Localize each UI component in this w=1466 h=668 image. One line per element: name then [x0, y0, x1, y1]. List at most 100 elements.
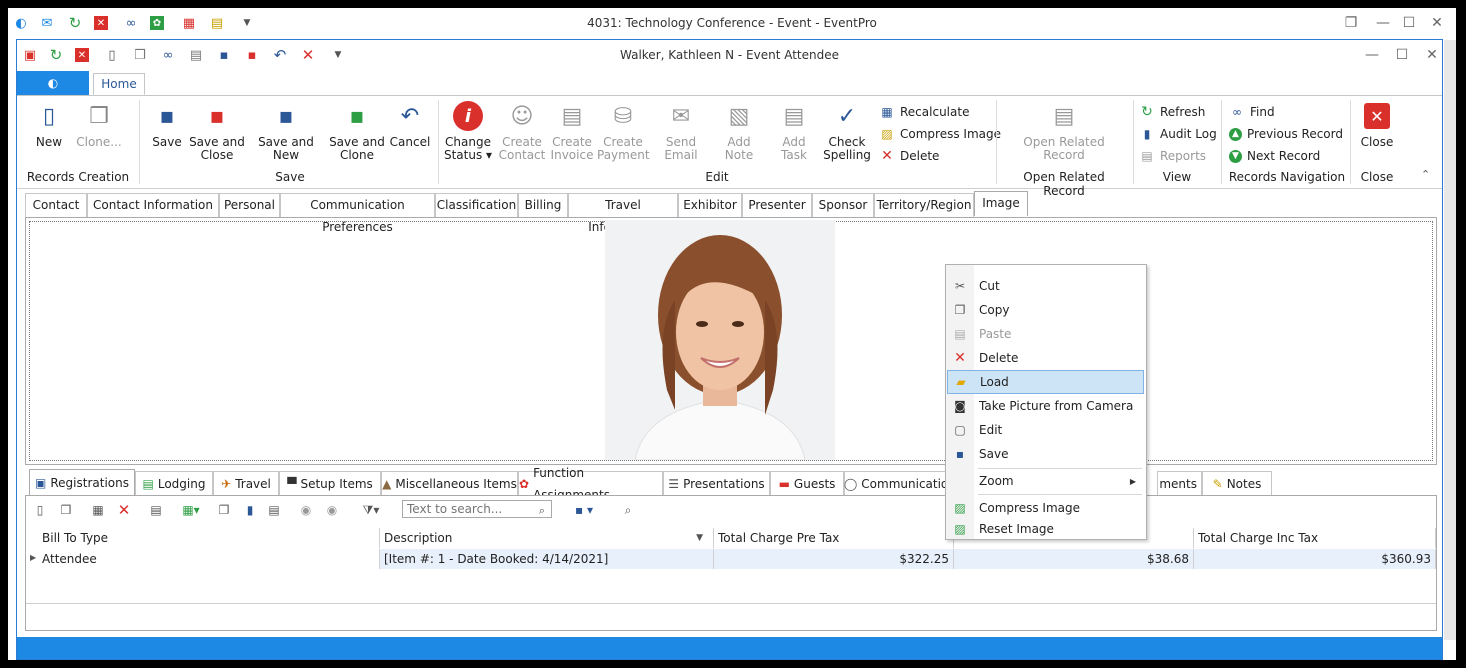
tab-image[interactable]: Image [974, 191, 1028, 216]
menu-item-save[interactable]: ▪ Save [947, 442, 1144, 466]
maximize-icon[interactable]: ☐ [1391, 45, 1413, 65]
save-and-new-button[interactable]: ▪ Save and New [247, 100, 325, 162]
tab-lodging[interactable]: ▤ Lodging [135, 471, 213, 495]
search-input[interactable] [402, 500, 552, 518]
close-icon[interactable]: ✕ [1426, 13, 1448, 33]
tab-personal[interactable]: Personal [219, 193, 280, 217]
add-note-button[interactable]: ▧ Add Note [713, 100, 765, 162]
previous-record-button[interactable]: ▲ Previous Record [1229, 124, 1343, 144]
delete-button[interactable]: ✕ Delete [879, 146, 939, 166]
menu-item-compress-image[interactable]: ▨ Compress Image [947, 496, 1144, 520]
close-icon[interactable]: ✕ [1421, 45, 1443, 65]
column-header-description[interactable]: Description ▼ [380, 528, 714, 548]
compress-image-button[interactable]: ▨ Compress Image [879, 124, 1001, 144]
tab-function-assignments[interactable]: ✿Function Assignments [518, 466, 663, 502]
reports-icon: ▤ [1141, 149, 1153, 163]
print-icon[interactable]: ▤ [146, 500, 166, 520]
tab-contact[interactable]: Contact [25, 193, 87, 217]
column-header-total-charge-pre-tax[interactable]: Total Charge Pre Tax [714, 528, 954, 548]
tab-presenter[interactable]: Presenter [742, 193, 812, 217]
create-invoice-button[interactable]: ▤ Create Invoice [547, 100, 597, 162]
row-expand-icon[interactable]: ▶ [30, 553, 36, 562]
audit-log-icon[interactable]: ▮ [240, 500, 260, 520]
find-button[interactable]: ∞ Find [1229, 102, 1275, 122]
clone-row-icon[interactable]: ❒ [56, 500, 76, 520]
collapse-ribbon-icon[interactable]: ⌃ [1421, 168, 1430, 181]
cell-tax[interactable]: $38.68 [954, 549, 1194, 569]
tab-notes[interactable]: ✎ Notes [1202, 471, 1272, 495]
open-related-record-button[interactable]: ▤ Open Related Record [1017, 100, 1111, 162]
move-up-icon[interactable]: ◉ [296, 500, 316, 520]
tab-registrations[interactable]: ▣ Registrations [29, 469, 135, 495]
tab-communication-preferences[interactable]: Communication Preferences [280, 193, 435, 234]
filter-icon[interactable]: ⧩▾ [356, 500, 386, 520]
menu-item-copy[interactable]: ❐ Copy [947, 298, 1144, 322]
save-and-clone-button[interactable]: ▪ Save and Clone [329, 100, 385, 162]
clone-button[interactable]: ❒ Clone... [73, 100, 125, 149]
column-header-total-charge-inc-tax[interactable]: Total Charge Inc Tax [1194, 528, 1436, 548]
tab-territory-region[interactable]: Territory/Region [874, 193, 974, 217]
menu-item-delete[interactable]: ✕ Delete [947, 346, 1144, 370]
tab-exhibitor[interactable]: Exhibitor [678, 193, 742, 217]
cancel-button[interactable]: ↶ Cancel [387, 100, 433, 149]
ribbon-separator [438, 100, 439, 184]
new-row-icon[interactable]: ▯ [30, 500, 50, 520]
grid-options-icon[interactable]: ▦▾ [176, 500, 206, 520]
tab-classification[interactable]: Classification [435, 193, 518, 217]
tab-travel-information[interactable]: Travel Information [568, 193, 678, 234]
find-icon[interactable]: ⌕ [618, 500, 638, 520]
menu-item-take-picture[interactable]: ◙ Take Picture from Camera [947, 394, 1144, 418]
tab-miscellaneous-items[interactable]: ▲ Miscellaneous Items [381, 471, 518, 495]
tab-attachments[interactable]: ments [1157, 471, 1202, 495]
recalculate-button[interactable]: ▦ Recalculate [879, 102, 969, 122]
menu-item-paste[interactable]: ▤ Paste [947, 322, 1144, 346]
search-icon[interactable]: ⌕ [532, 501, 552, 521]
close-record-button[interactable]: ✕ Close [1353, 100, 1401, 149]
menu-separator [978, 494, 1142, 495]
attendee-photo[interactable] [605, 220, 835, 460]
ribbon: ▯ New ❒ Clone... Records Creation ▪ Save… [17, 96, 1442, 198]
create-payment-button[interactable]: ⛁ Create Payment [597, 100, 650, 162]
new-button[interactable]: ▯ New [29, 100, 69, 149]
window-icon[interactable]: ❐ [214, 500, 234, 520]
cell-inc-tax[interactable]: $360.93 [1194, 549, 1436, 569]
menu-item-cut[interactable]: ✂ Cut [947, 274, 1144, 298]
tab-presentations[interactable]: ☰ Presentations [663, 471, 770, 495]
maximize-icon[interactable]: ☐ [1398, 13, 1420, 33]
next-record-button[interactable]: ▼ Next Record [1229, 146, 1320, 166]
audit-log-button[interactable]: ▮ Audit Log [1139, 124, 1217, 144]
tab-sponsor[interactable]: Sponsor [812, 193, 874, 217]
move-down-icon[interactable]: ◉ [322, 500, 342, 520]
send-email-button[interactable]: ✉ Send Email [651, 100, 711, 162]
minimize-icon[interactable]: — [1372, 13, 1394, 33]
menu-item-load[interactable]: ▰ Load [947, 370, 1144, 394]
refresh-button[interactable]: ↻ Refresh [1139, 102, 1205, 122]
menu-item-reset-image[interactable]: ▨ Reset Image [947, 520, 1144, 538]
reports-button[interactable]: ▤ Reports [1139, 146, 1206, 166]
cell-description[interactable]: [Item #: 1 - Date Booked: 4/14/2021] [380, 549, 714, 569]
check-spelling-button[interactable]: ✓ Check Spelling [823, 100, 871, 162]
cell-bill-to-type[interactable]: Attendee [38, 549, 380, 569]
column-header-bill-to-type[interactable]: Bill To Type [38, 528, 380, 548]
menu-item-edit[interactable]: ▢ Edit [947, 418, 1144, 442]
tab-contact-information[interactable]: Contact Information [87, 193, 219, 217]
menu-item-zoom[interactable]: Zoom ▶ [947, 469, 1144, 493]
create-contact-button[interactable]: ☺ Create Contact [497, 100, 547, 162]
add-task-button[interactable]: ▤ Add Task [769, 100, 819, 162]
tab-travel[interactable]: ✈ Travel [213, 471, 279, 495]
calculator-icon[interactable]: ▦ [88, 500, 108, 520]
tab-home[interactable]: Home [93, 73, 145, 95]
save-button[interactable]: ▪ Save [145, 100, 189, 149]
save-layout-icon[interactable]: ▪ ▾ [566, 500, 602, 520]
save-and-close-button[interactable]: ▪ Save and Close [189, 100, 245, 162]
tab-billing[interactable]: Billing [518, 193, 568, 217]
restore-icon[interactable]: ❐ [1340, 13, 1362, 33]
delete-x-icon[interactable]: ✕ [114, 500, 134, 520]
columns-icon[interactable]: ▤ [264, 500, 284, 520]
app-menu-button[interactable]: ◐ [17, 71, 89, 95]
cell-pre-tax[interactable]: $322.25 [714, 549, 954, 569]
change-status-button[interactable]: i Change Status ▾ [443, 100, 493, 162]
tab-guests[interactable]: ▬ Guests [770, 471, 844, 495]
minimize-icon[interactable]: — [1361, 45, 1383, 65]
tab-setup-items[interactable]: ▀ Setup Items [279, 471, 381, 495]
